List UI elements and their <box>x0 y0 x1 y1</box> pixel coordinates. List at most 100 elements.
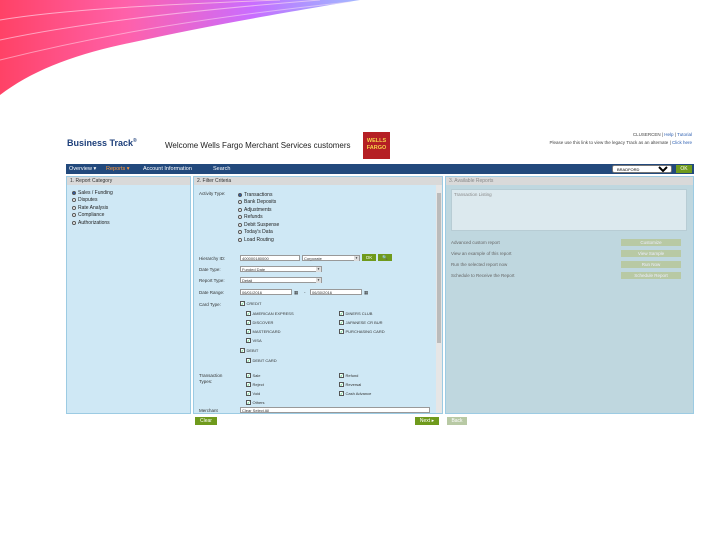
row-schedule-text: Schedule to Receive the Report <box>451 273 515 278</box>
txn-void-checkbox[interactable]: ✓ Void <box>246 391 260 396</box>
radio-icon[interactable] <box>72 190 76 195</box>
radio-icon[interactable] <box>238 215 242 220</box>
help-link[interactable]: Help <box>664 132 673 137</box>
click-here-link[interactable]: Click here <box>672 140 692 145</box>
report-type-select[interactable]: Detail ▾ <box>240 277 322 283</box>
radio-icon[interactable] <box>238 192 242 197</box>
txn-refund-checkbox[interactable]: ✓ Refund <box>339 373 358 378</box>
report-list-box[interactable]: Transaction Listing <box>451 189 687 231</box>
category-sales-funding[interactable]: Sales / Funding <box>72 189 185 197</box>
hierarchy-ok-button[interactable]: OK <box>362 254 376 261</box>
card-discover-checkbox[interactable]: ✓ DISCOVER <box>246 320 273 325</box>
radio-icon[interactable] <box>72 198 76 203</box>
radio-icon[interactable] <box>238 207 242 212</box>
checkbox-icon[interactable]: ✓ <box>339 320 344 325</box>
radio-icon[interactable] <box>238 222 242 227</box>
nav-search[interactable]: Search <box>213 166 230 172</box>
calendar-icon[interactable]: ▦ <box>294 290 304 296</box>
merchant-select-box[interactable]: Clear Select All <box>240 407 430 413</box>
category-rate-analysis[interactable]: Rate Analysis <box>72 204 185 212</box>
nav-ok-button[interactable]: OK <box>676 165 692 173</box>
search-icon[interactable]: 🔍 <box>378 254 392 261</box>
username: CLUSERCEN <box>632 132 661 137</box>
card-diners-checkbox[interactable]: ✓ DINERS CLUB <box>339 311 372 316</box>
report-transaction-listing[interactable]: Transaction Listing <box>454 192 492 197</box>
card-debit-card-checkbox[interactable]: ✓ DEBIT CARD <box>246 358 277 363</box>
back-button[interactable]: Back <box>447 417 467 425</box>
customize-button[interactable]: Customize <box>621 239 681 246</box>
radio-icon[interactable] <box>238 230 242 235</box>
category-compliance[interactable]: Compliance <box>72 212 185 220</box>
scrollbar-thumb[interactable] <box>437 193 441 343</box>
radio-icon[interactable] <box>238 237 242 242</box>
card-purchasing-checkbox[interactable]: ✓ PURCHASING CARD <box>339 329 385 334</box>
checkbox-icon[interactable]: ✓ <box>240 348 245 353</box>
date-to-input[interactable]: 06/30/2016 <box>310 289 362 295</box>
activity-load-routing[interactable]: Load Routing <box>238 236 279 244</box>
calendar-icon[interactable]: ▦ <box>364 290 374 296</box>
nav-account-information[interactable]: Account Information <box>143 166 192 172</box>
card-visa-checkbox[interactable]: ✓ VISA <box>246 338 262 343</box>
activity-transactions[interactable]: Transactions <box>238 191 279 199</box>
chevron-down-icon: ▾ <box>354 256 359 261</box>
view-sample-button[interactable]: View Sample <box>621 250 681 257</box>
nav-overview[interactable]: Overview ▾ <box>69 166 96 172</box>
checkbox-icon[interactable]: ✓ <box>246 358 251 363</box>
activity-todays-data[interactable]: Today's Data <box>238 229 279 237</box>
chevron-down-icon: ▾ <box>316 278 321 283</box>
txn-reject-checkbox[interactable]: ✓ Reject <box>246 382 264 387</box>
activity-bank-deposits[interactable]: Bank Deposits <box>238 199 279 207</box>
hierarchy-level-select[interactable]: Corporate ▾ <box>302 255 360 261</box>
main-nav: Overview ▾ Reports ▾ Account Information… <box>66 164 694 174</box>
category-authorizations[interactable]: Authorizations <box>72 219 185 227</box>
decorative-rainbow-swoosh <box>0 0 360 95</box>
checkbox-icon[interactable]: ✓ <box>246 373 251 378</box>
txn-others-checkbox[interactable]: ✓ Others <box>246 400 265 405</box>
filter-criteria-title: 2. Filter Criteria <box>194 177 442 185</box>
chevron-down-icon: ▾ <box>316 267 321 272</box>
checkbox-icon[interactable]: ✓ <box>246 391 251 396</box>
nav-reports[interactable]: Reports ▾ <box>106 166 130 172</box>
activity-debit-suspense[interactable]: Debit Suspense <box>238 221 279 229</box>
checkbox-icon[interactable]: ✓ <box>246 311 251 316</box>
tutorial-link[interactable]: Tutorial <box>677 132 692 137</box>
activity-refunds[interactable]: Refunds <box>238 214 279 222</box>
card-amex-checkbox[interactable]: ✓ AMERICAN EXPRESS <box>246 311 294 316</box>
merchant-selector[interactable]: BRADFORD <box>612 165 672 173</box>
filter-scrollbar[interactable] <box>436 185 442 413</box>
txn-reversal-checkbox[interactable]: ✓ Reversal <box>339 382 361 387</box>
radio-icon[interactable] <box>238 200 242 205</box>
card-mastercard-checkbox[interactable]: ✓ MASTERCARD <box>246 329 281 334</box>
run-now-button[interactable]: Run Now <box>621 261 681 268</box>
report-category-list: Sales / Funding Disputes Rate Analysis C… <box>67 185 190 231</box>
checkbox-icon[interactable]: ✓ <box>339 373 344 378</box>
card-debit-checkbox[interactable]: ✓ DEBIT <box>240 348 258 353</box>
checkbox-icon[interactable]: ✓ <box>339 329 344 334</box>
txn-cash-advance-checkbox[interactable]: ✓ Cash Advance <box>339 391 371 396</box>
radio-icon[interactable] <box>72 205 76 210</box>
app-header: Business Track® Welcome Wells Fargo Merc… <box>66 130 694 164</box>
checkbox-icon[interactable]: ✓ <box>339 382 344 387</box>
txn-sale-checkbox[interactable]: ✓ Sale <box>246 373 261 378</box>
checkbox-icon[interactable]: ✓ <box>339 311 344 316</box>
date-type-select[interactable]: Funded Date ▾ <box>240 266 322 272</box>
checkbox-icon[interactable]: ✓ <box>240 301 245 306</box>
schedule-report-button[interactable]: Schedule Report <box>621 272 681 279</box>
card-type-label: Card Type: <box>199 302 221 307</box>
hierarchy-id-input[interactable]: 400000180000 <box>240 255 300 261</box>
checkbox-icon[interactable]: ✓ <box>246 320 251 325</box>
checkbox-icon[interactable]: ✓ <box>246 400 251 405</box>
card-japanese-checkbox[interactable]: ✓ JAPANESE CR BUR <box>339 320 383 325</box>
category-disputes[interactable]: Disputes <box>72 197 185 205</box>
checkbox-icon[interactable]: ✓ <box>339 391 344 396</box>
radio-icon[interactable] <box>72 220 76 225</box>
card-credit-checkbox[interactable]: ✓ CREDIT <box>240 301 261 306</box>
clear-button[interactable]: Clear <box>195 417 217 425</box>
checkbox-icon[interactable]: ✓ <box>246 338 251 343</box>
date-from-input[interactable]: 06/01/2016 <box>240 289 292 295</box>
next-button[interactable]: Next ▸ <box>415 417 439 425</box>
radio-icon[interactable] <box>72 213 76 218</box>
checkbox-icon[interactable]: ✓ <box>246 329 251 334</box>
activity-adjustments[interactable]: Adjustments <box>238 206 279 214</box>
checkbox-icon[interactable]: ✓ <box>246 382 251 387</box>
